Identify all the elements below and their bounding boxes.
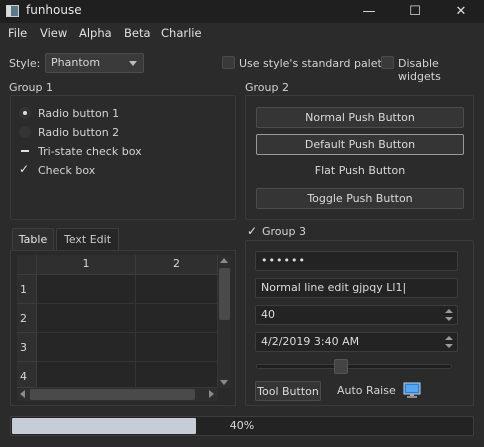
table-cell[interactable] xyxy=(37,275,136,304)
slider-handle[interactable] xyxy=(334,359,348,374)
maximize-button[interactable]: ☐ xyxy=(392,0,438,23)
radio-button-1-label: Radio button 1 xyxy=(38,107,120,120)
auto-raise-button[interactable]: Auto Raise xyxy=(337,384,396,397)
table-cell[interactable] xyxy=(136,333,218,362)
scroll-up-icon[interactable] xyxy=(220,258,228,263)
row-header-4[interactable]: 4 xyxy=(17,362,37,388)
datetime-edit[interactable]: 4/2/2019 3:40 AM xyxy=(255,332,458,352)
style-combobox[interactable]: Phantom xyxy=(45,53,144,73)
title-bar[interactable]: funhouse — ☐ ✕ xyxy=(0,0,484,23)
group3-check-icon[interactable]: ✓ xyxy=(247,224,257,238)
radio-button-2-label: Radio button 2 xyxy=(38,126,120,139)
monitor-icon[interactable] xyxy=(402,381,422,400)
column-header-2[interactable]: 2 xyxy=(136,255,218,275)
horizontal-scroll-thumb[interactable] xyxy=(30,389,195,400)
table-cell[interactable] xyxy=(136,304,218,333)
datetime-value: 4/2/2019 3:40 AM xyxy=(261,335,360,348)
tristate-checkbox-label: Tri-state check box xyxy=(38,145,142,158)
line-edit[interactable]: Normal line edit gjpqy Ll1| xyxy=(255,278,458,298)
tab-table[interactable]: Table xyxy=(12,228,54,250)
disable-widgets-checkbox[interactable] xyxy=(381,56,394,69)
spin-up-icon[interactable] xyxy=(445,309,453,313)
standard-palette-label: Use style's standard palette xyxy=(239,57,393,70)
table-cell[interactable] xyxy=(136,275,218,304)
horizontal-scrollbar[interactable] xyxy=(17,388,218,401)
menu-alpha[interactable]: Alpha xyxy=(79,26,112,40)
table-cell[interactable] xyxy=(37,333,136,362)
scroll-right-icon[interactable] xyxy=(209,390,214,398)
table-cell[interactable] xyxy=(37,362,136,388)
group3-title: Group 3 xyxy=(262,225,306,238)
menu-view[interactable]: View xyxy=(40,26,67,40)
row-header-3[interactable]: 3 xyxy=(17,333,37,362)
datetime-down-icon[interactable] xyxy=(445,344,453,348)
standard-palette-checkbox[interactable] xyxy=(222,56,235,69)
chevron-down-icon xyxy=(129,61,137,66)
vertical-scrollbar[interactable] xyxy=(218,255,231,388)
progress-text: 40% xyxy=(229,419,255,432)
vertical-scroll-thumb[interactable] xyxy=(219,268,230,320)
slider-track[interactable] xyxy=(256,364,452,369)
tool-button[interactable]: Tool Button xyxy=(255,381,321,401)
tab-text-edit[interactable]: Text Edit xyxy=(56,228,119,250)
default-push-button[interactable]: Default Push Button xyxy=(256,134,464,155)
menu-charlie[interactable]: Charlie xyxy=(161,26,202,40)
spin-box[interactable]: 40 xyxy=(255,305,458,325)
column-header-1[interactable]: 1 xyxy=(37,255,136,275)
scroll-down-icon[interactable] xyxy=(220,380,228,385)
window-title: funhouse xyxy=(26,3,82,17)
password-field[interactable]: •••••• xyxy=(255,251,458,271)
tristate-checkbox[interactable] xyxy=(19,145,31,157)
group1-title: Group 1 xyxy=(9,81,53,94)
datetime-up-icon[interactable] xyxy=(445,336,453,340)
menu-bar xyxy=(0,23,484,43)
menu-beta[interactable]: Beta xyxy=(124,26,151,40)
table-corner[interactable] xyxy=(17,255,37,275)
row-header-2[interactable]: 2 xyxy=(17,304,37,333)
checkbox-label: Check box xyxy=(38,164,96,177)
style-label: Style: xyxy=(9,57,41,70)
app-icon xyxy=(6,5,19,17)
table-cell[interactable] xyxy=(37,304,136,333)
menu-file[interactable]: File xyxy=(8,26,27,40)
spin-arrows-icon[interactable] xyxy=(445,309,454,323)
datetime-arrows-icon[interactable] xyxy=(445,336,454,350)
table-cell[interactable] xyxy=(136,362,218,388)
table-panel: 1 2 1 2 3 4 xyxy=(10,250,236,406)
disable-widgets-label: Disable widgets xyxy=(398,57,441,83)
check-icon[interactable]: ✓ xyxy=(19,162,29,176)
radio-button-1[interactable] xyxy=(19,107,31,119)
toggle-push-button[interactable]: Toggle Push Button xyxy=(256,188,464,209)
row-header-1[interactable]: 1 xyxy=(17,275,37,304)
normal-push-button[interactable]: Normal Push Button xyxy=(256,107,464,128)
scroll-left-icon[interactable] xyxy=(20,390,25,398)
spin-down-icon[interactable] xyxy=(445,317,453,321)
minimize-button[interactable]: — xyxy=(346,0,392,23)
dash-icon xyxy=(21,150,29,152)
close-button[interactable]: ✕ xyxy=(438,0,484,23)
group2-title: Group 2 xyxy=(245,81,289,94)
progress-bar: 40% xyxy=(10,416,474,436)
style-combobox-value: Phantom xyxy=(51,56,101,69)
radio-button-2[interactable] xyxy=(19,126,31,138)
flat-push-button[interactable]: Flat Push Button xyxy=(256,161,464,182)
spin-box-value: 40 xyxy=(261,308,275,321)
